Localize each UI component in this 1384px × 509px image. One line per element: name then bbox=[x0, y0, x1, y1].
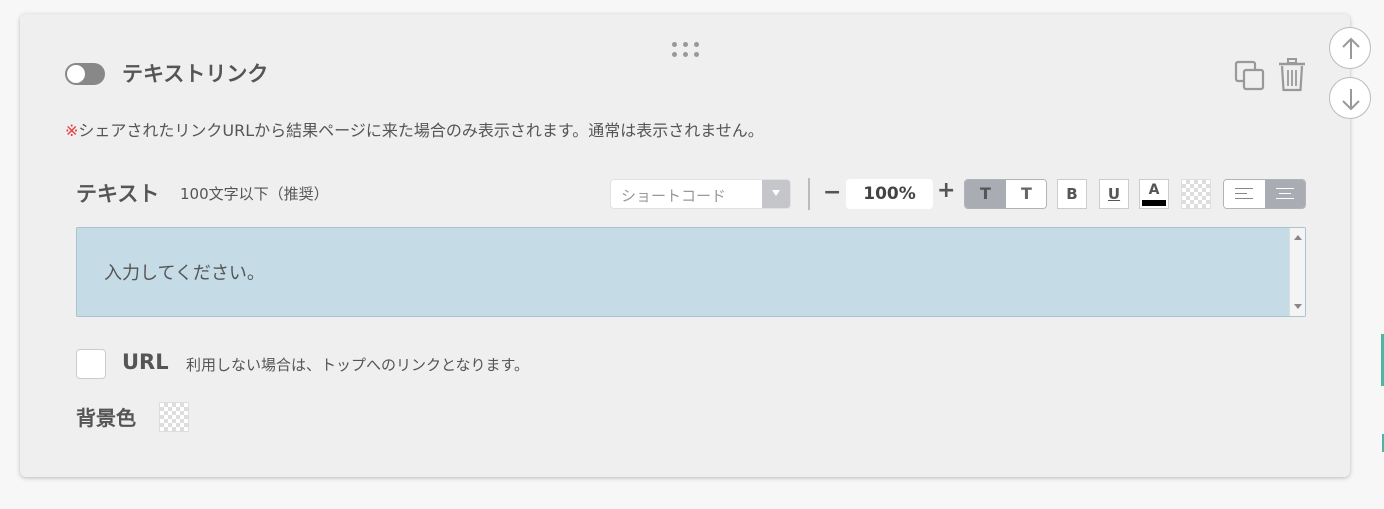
text-field-hint: 100文字以下（推奨） bbox=[180, 185, 329, 203]
font-color-swatch bbox=[1142, 200, 1166, 206]
text-style-toggle: T T bbox=[964, 179, 1047, 209]
textarea-scrollbar[interactable] bbox=[1289, 228, 1305, 316]
zoom-out-button[interactable]: − bbox=[823, 180, 841, 205]
chevron-down-icon bbox=[762, 180, 790, 208]
arrow-down-icon bbox=[1342, 89, 1360, 111]
url-checkbox[interactable] bbox=[76, 349, 106, 379]
text-align-toggle bbox=[1223, 179, 1306, 209]
url-label: URL bbox=[122, 350, 169, 374]
text-input-placeholder: 入力してください。 bbox=[104, 263, 265, 284]
align-left-icon[interactable] bbox=[1224, 180, 1265, 208]
bold-button[interactable]: B bbox=[1057, 179, 1087, 209]
background-color-label: 背景色 bbox=[76, 406, 136, 430]
trash-icon[interactable] bbox=[1278, 58, 1306, 92]
url-note: 利用しない場合は、トップへのリンクとなります。 bbox=[186, 356, 530, 374]
block-title: テキストリンク bbox=[122, 62, 269, 86]
move-up-button[interactable] bbox=[1329, 27, 1371, 69]
background-color-swatch[interactable] bbox=[159, 402, 189, 432]
text-link-block: テキストリンク ※シェアされたリンクURLから結果ページに来た場合のみ表示されま… bbox=[20, 14, 1350, 477]
shortcode-select-value: ショートコード bbox=[621, 187, 727, 205]
text-input[interactable]: 入力してください。 bbox=[76, 227, 1306, 317]
align-center-icon[interactable] bbox=[1265, 180, 1305, 208]
text-field-label: テキスト bbox=[76, 182, 160, 206]
underline-button[interactable]: U bbox=[1099, 179, 1129, 209]
note-text: シェアされたリンクURLから結果ページに来た場合のみ表示されます。通常は表示され… bbox=[78, 121, 764, 140]
text-style-b-button[interactable]: T bbox=[1006, 180, 1046, 208]
move-down-button[interactable] bbox=[1329, 77, 1371, 119]
toolbar-divider bbox=[808, 178, 810, 210]
shortcode-select[interactable]: ショートコード bbox=[610, 179, 791, 209]
zoom-in-button[interactable]: + bbox=[937, 178, 955, 203]
font-color-button[interactable]: A bbox=[1139, 179, 1169, 209]
zoom-value[interactable]: 100% bbox=[846, 179, 933, 209]
arrow-up-icon bbox=[1342, 37, 1360, 59]
scroll-down-icon[interactable] bbox=[1294, 304, 1302, 309]
toggle-knob bbox=[67, 65, 85, 83]
display-note: ※シェアされたリンクURLから結果ページに来た場合のみ表示されます。通常は表示さ… bbox=[65, 117, 764, 141]
text-style-a-button[interactable]: T bbox=[965, 180, 1006, 208]
scroll-up-icon[interactable] bbox=[1294, 235, 1302, 240]
visibility-toggle[interactable] bbox=[65, 63, 105, 85]
copy-icon[interactable] bbox=[1234, 60, 1266, 92]
text-background-color-button[interactable] bbox=[1181, 179, 1211, 209]
note-mark: ※ bbox=[65, 121, 79, 140]
drag-handle-icon[interactable] bbox=[672, 42, 700, 60]
